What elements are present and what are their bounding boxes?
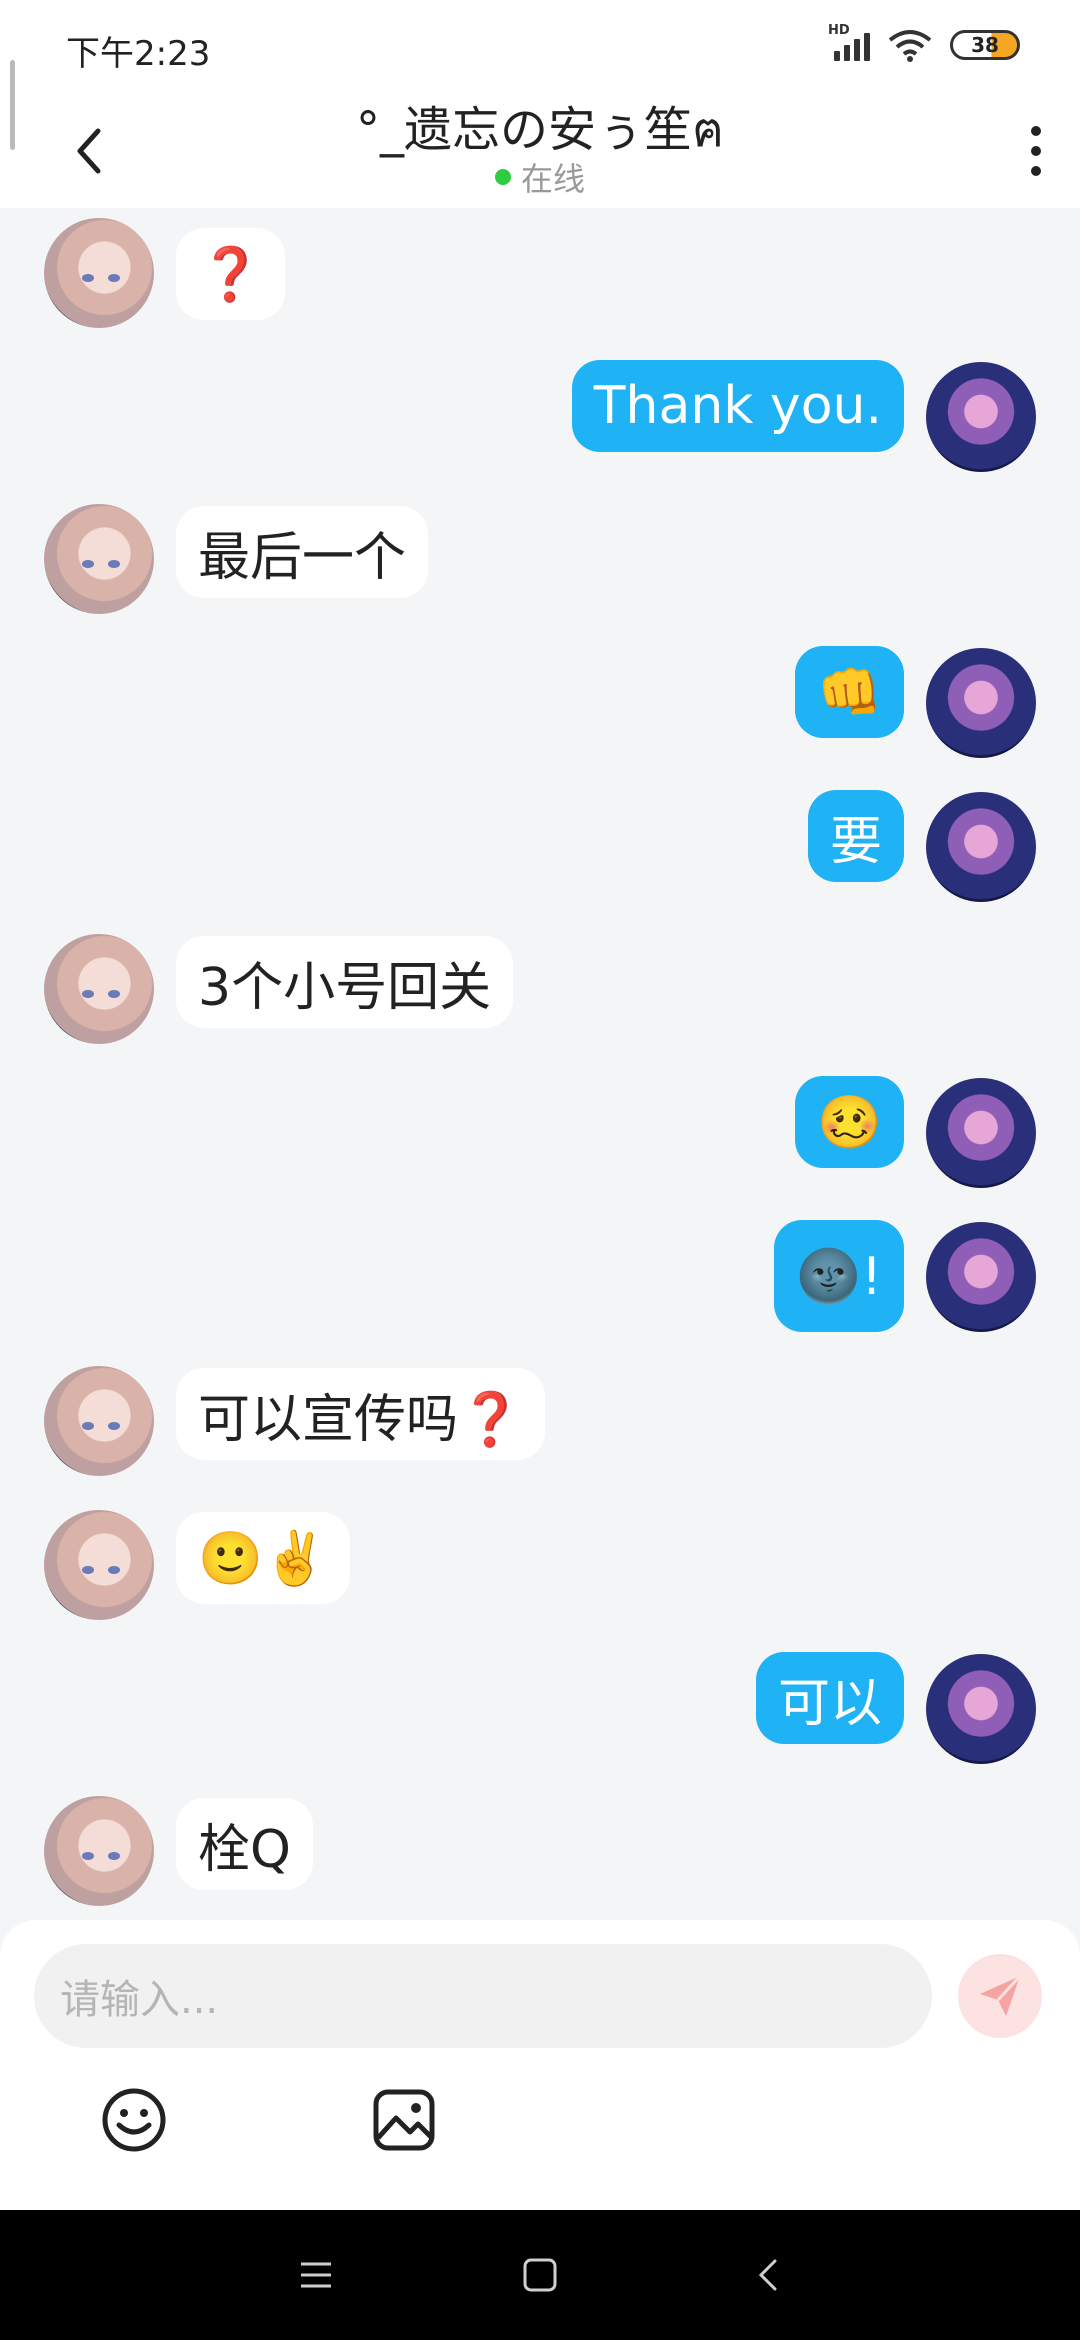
online-status-label: 在线: [520, 160, 585, 198]
contact-avatar[interactable]: [44, 1366, 154, 1476]
message-bubble-received[interactable]: 3个小号回关: [176, 936, 514, 1028]
wifi-icon: [888, 28, 932, 62]
menu-icon: [301, 2262, 331, 2288]
user-avatar[interactable]: [926, 1222, 1036, 1332]
status-icons: HD 38: [828, 23, 1020, 62]
status-bar: 下午2:23 HD 38: [0, 0, 1080, 96]
message-bubble-sent[interactable]: 🌚!: [774, 1220, 904, 1332]
contact-avatar[interactable]: [44, 1510, 154, 1620]
user-avatar[interactable]: [926, 648, 1036, 758]
contact-avatar[interactable]: [44, 504, 154, 614]
message-bubble-sent[interactable]: 👊: [795, 646, 904, 738]
emoji-button[interactable]: [98, 2084, 170, 2156]
nav-menu-button[interactable]: [286, 2245, 346, 2305]
online-status: 在线: [0, 154, 1080, 200]
battery-indicator: 38: [950, 30, 1020, 60]
more-vertical-icon: [1031, 126, 1041, 136]
composer: 请输入...: [0, 1920, 1080, 2210]
send-icon: [980, 1974, 1022, 2016]
system-nav-bar: [0, 2210, 1080, 2340]
user-avatar[interactable]: [926, 362, 1036, 472]
image-icon: [373, 2089, 435, 2151]
battery-level: 38: [971, 33, 999, 57]
message-bubble-received[interactable]: 可以宣传吗❓: [176, 1368, 545, 1460]
message-input[interactable]: 请输入...: [34, 1944, 932, 2048]
home-square-icon: [523, 2258, 557, 2292]
more-options-button[interactable]: [1006, 116, 1066, 186]
user-avatar[interactable]: [926, 1078, 1036, 1188]
back-triangle-icon: [758, 2259, 777, 2291]
online-dot-icon: [494, 169, 511, 185]
signal-icon: HD: [828, 23, 870, 61]
chat-header: °_遗忘の安ぅ笙ฅ 在线: [0, 96, 1080, 208]
contact-avatar[interactable]: [44, 1796, 154, 1906]
status-time: 下午2:23: [66, 34, 211, 74]
user-avatar[interactable]: [926, 792, 1036, 902]
message-input-placeholder: 请输入...: [60, 1977, 219, 2023]
message-bubble-sent[interactable]: 要: [807, 790, 904, 882]
message-bubble-received[interactable]: ❓: [176, 228, 285, 320]
message-bubble-received[interactable]: 最后一个: [176, 506, 429, 598]
send-button[interactable]: [958, 1954, 1042, 2038]
message-bubble-sent[interactable]: 可以: [755, 1652, 904, 1744]
nav-home-button[interactable]: [510, 2245, 570, 2305]
image-button[interactable]: [368, 2084, 440, 2156]
edge-handle: [10, 60, 15, 150]
message-bubble-received[interactable]: 栓Q: [176, 1798, 313, 1890]
message-bubble-received[interactable]: 🙂✌️: [176, 1512, 350, 1604]
emoji-icon: [102, 2088, 166, 2152]
network-label: HD: [828, 23, 850, 38]
contact-avatar[interactable]: [44, 934, 154, 1044]
message-bubble-sent[interactable]: 🥴: [795, 1076, 904, 1168]
contact-avatar[interactable]: [44, 218, 154, 328]
nav-back-button[interactable]: [738, 2245, 798, 2305]
user-avatar[interactable]: [926, 1654, 1036, 1764]
message-bubble-sent[interactable]: Thank you.: [571, 360, 904, 452]
